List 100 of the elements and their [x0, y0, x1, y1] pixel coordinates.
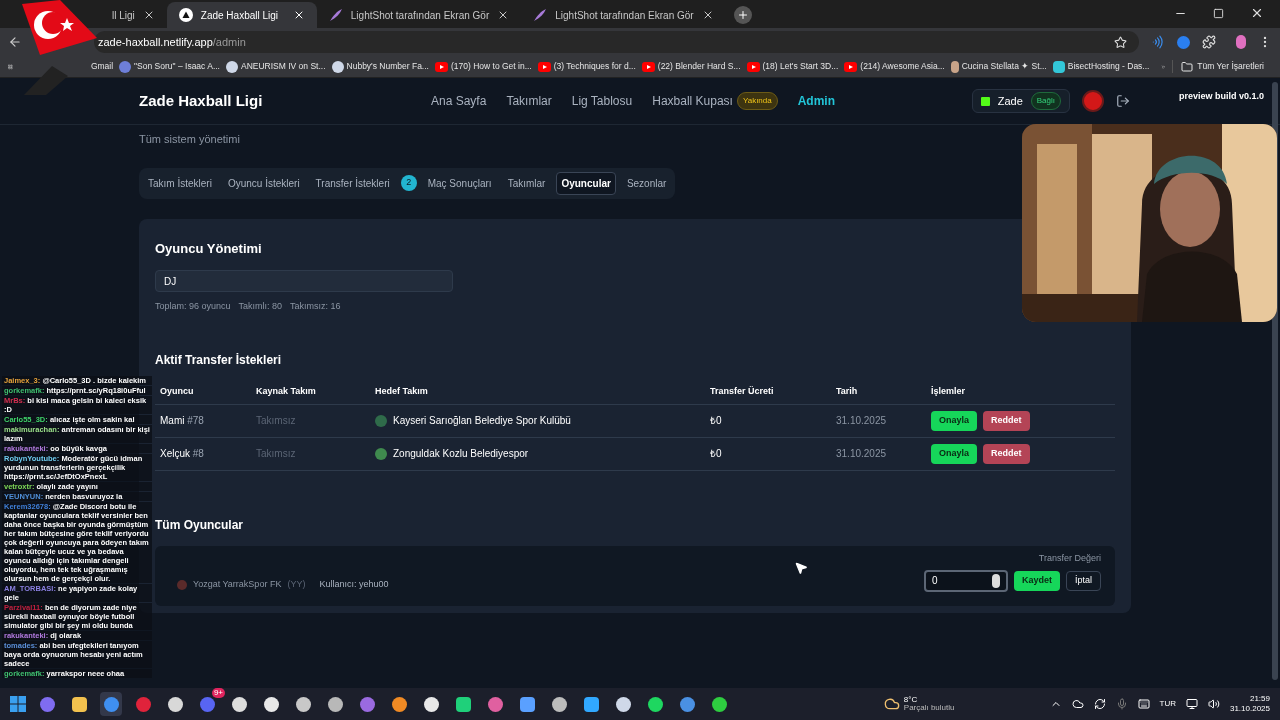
play-icon — [434, 61, 448, 72]
bookmark[interactable]: (170) How to Get in... — [434, 60, 532, 73]
column-header: Oyuncu — [160, 385, 195, 399]
play-icon — [844, 61, 858, 72]
admin-tab[interactable]: Transfer İstekleri — [310, 171, 395, 195]
hosting-icon — [1052, 60, 1065, 73]
date-cell-text: 31.10.2025 — [836, 414, 888, 428]
maximize-icon[interactable] — [1213, 7, 1224, 19]
sync-icon[interactable] — [1093, 698, 1106, 710]
browser-tab[interactable]: LightShot tarafından Ekran Gör — [521, 2, 726, 28]
avatar[interactable] — [1082, 90, 1104, 112]
plus-icon — [736, 9, 749, 21]
language-indicator[interactable]: TUR — [1159, 698, 1176, 710]
status-badge: Bağlı — [1030, 92, 1061, 110]
volume-icon[interactable] — [1207, 698, 1220, 710]
date-cell-text: 31.10.2025 — [836, 447, 888, 461]
approve-button[interactable]: Onayla — [931, 443, 977, 464]
column-header: Kaynak Takım — [256, 385, 317, 399]
bookmark[interactable]: Nubby's Number Fa... — [331, 60, 429, 73]
address-bar[interactable]: zade-haxball.netlify.app/admin — [94, 31, 1139, 53]
feather-icon — [328, 8, 343, 22]
back-icon[interactable] — [8, 35, 22, 49]
logout-icon[interactable] — [1116, 94, 1130, 108]
weather-text: Parçalı bulutlu — [903, 704, 955, 712]
cursor-icon — [794, 561, 808, 575]
tab-title: Zade Haxball Ligi — [200, 8, 280, 23]
page-subtitle: Tüm sistem yönetimi — [139, 132, 240, 147]
admin-tab[interactable]: Sezonlar — [621, 171, 672, 195]
bookmark-star-icon[interactable] — [1114, 35, 1127, 49]
extensions-icon[interactable] — [1202, 35, 1216, 49]
onedrive-icon[interactable] — [1071, 698, 1084, 710]
bookmark[interactable]: (18) Let's Start 3D... — [746, 60, 839, 73]
stat-text: Toplam: 96 oyuncu — [155, 300, 231, 313]
new-tab-button[interactable] — [733, 6, 752, 24]
folder-icon — [1181, 60, 1194, 73]
bookmark[interactable]: BisectHosting - Das... — [1052, 60, 1150, 73]
steam-icon — [226, 60, 238, 73]
target-team-cell-text: Kayseri Sarıoğlan Belediye Spor Kulübü — [393, 414, 571, 428]
browser-tab[interactable]: Zade Haxball Ligi — [166, 2, 317, 28]
nav-link[interactable]: Haxball Kupası — [652, 92, 733, 110]
number-input[interactable]: 0 — [923, 569, 1008, 592]
fee-cell-text: ₺0 — [710, 414, 723, 428]
user-chip[interactable]: Zade Bağlı — [971, 89, 1070, 113]
column-header: İşlemler — [931, 385, 967, 399]
spinner-icon[interactable] — [991, 573, 1000, 588]
section-title: Tüm Oyuncular — [155, 516, 243, 534]
stat-text: Takımlı: 80 — [238, 300, 283, 313]
field-label: Transfer Değeri — [1038, 552, 1101, 565]
wordpress-icon — [119, 60, 132, 73]
nav-link[interactable]: Ana Sayfa — [431, 92, 487, 110]
steam-icon — [331, 60, 344, 73]
bookmark[interactable]: ANEURISM IV on St... — [226, 60, 326, 73]
clock[interactable]: 21:59 31.10.2025 — [1229, 694, 1270, 714]
extension-icon[interactable] — [1177, 35, 1190, 49]
search-field[interactable]: DJ — [155, 270, 453, 292]
admin-tab[interactable]: Oyuncular — [556, 171, 616, 195]
close-icon[interactable] — [1250, 6, 1264, 20]
bookmark[interactable]: (22) Blender Hard S... — [641, 60, 741, 73]
user-label: Kullanıcı: yehu00 — [319, 578, 389, 591]
site-brand[interactable]: Zade Haxball Ligi — [139, 89, 389, 113]
all-bookmarks-folder[interactable]: Tüm Yer İşaretleri — [1172, 60, 1264, 73]
admin-tab[interactable]: Takımlar — [502, 171, 551, 195]
user-name: Zade — [997, 93, 1023, 109]
cancel-button[interactable]: İptal — [1066, 570, 1101, 591]
display-icon[interactable] — [1185, 698, 1198, 710]
bookmark[interactable]: Gmail — [90, 60, 114, 73]
triangle-logo-icon — [178, 8, 193, 22]
play-icon — [746, 61, 760, 72]
profile-icon[interactable] — [1236, 35, 1246, 49]
team-code: (YY) — [287, 578, 306, 591]
feather-icon — [533, 8, 548, 22]
admin-tab[interactable]: Takım İstekleri — [143, 171, 217, 195]
browser-tab[interactable]: ll Ligi — [100, 2, 167, 28]
keyboard-icon[interactable] — [1137, 698, 1150, 710]
nav-link[interactable]: Admin — [797, 92, 836, 110]
player-cell-text: Mami #78 — [160, 414, 204, 428]
bookmark[interactable]: Cucina Stellata ✦ St... — [950, 60, 1047, 73]
build-label: preview build v0.1.0 — [1178, 90, 1264, 103]
player-cell-text: Xelçuk #8 — [160, 447, 204, 461]
kick-icon — [980, 96, 990, 106]
bookmark[interactable]: (214) Awesome Asia... — [844, 60, 945, 73]
reject-button[interactable]: Reddet — [983, 443, 1030, 464]
save-button[interactable]: Kaydet — [1013, 570, 1060, 591]
source-team-cell-text: Takımsız — [256, 414, 297, 428]
approve-button[interactable]: Onayla — [931, 410, 977, 431]
broadcast-icon[interactable] — [1151, 35, 1165, 49]
nav-link[interactable]: Lig Tablosu — [571, 92, 633, 110]
admin-tab[interactable]: Maç Sonuçları — [422, 171, 497, 195]
microphone-icon[interactable] — [1115, 698, 1128, 710]
card-title: Oyuncu Yönetimi — [155, 239, 262, 258]
browser-tab[interactable]: LightShot tarafından Ekran Gör — [316, 2, 522, 28]
bookmark[interactable]: (3) Techniques for d... — [537, 60, 636, 73]
reject-button[interactable]: Reddet — [983, 410, 1030, 431]
notification-badge: 9+ — [211, 688, 225, 698]
bookmark[interactable]: "Son Soru" – Isaac A... — [119, 60, 220, 73]
play-icon — [641, 61, 655, 72]
team-name: Yozgat YarrakSpor FK — [193, 578, 282, 591]
nav-link[interactable]: Takımlar — [506, 92, 552, 110]
section-title: Aktif Transfer İstekleri — [155, 351, 282, 369]
admin-tab[interactable]: Oyuncu İstekleri — [222, 171, 305, 195]
